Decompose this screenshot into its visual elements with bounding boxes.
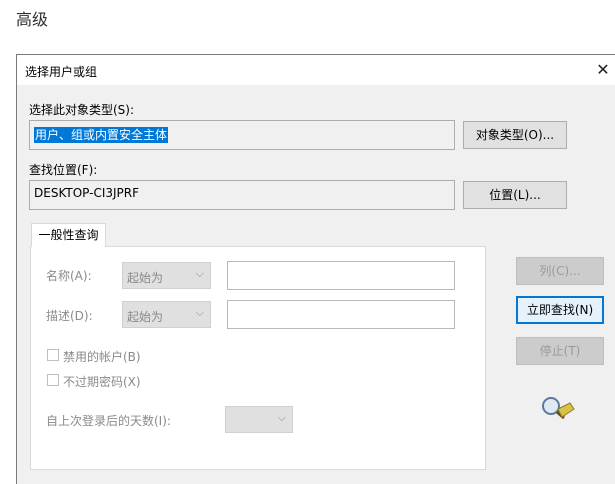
description-match-value: 起始为 [127,310,164,324]
days-since-logon-label: 自上次登录后的天数(I): [46,414,171,428]
chevron-down-icon: ⌵ [195,267,204,280]
name-match-combo[interactable]: 起始为 ⌵ [122,262,211,289]
days-since-logon-combo[interactable]: ⌵ [225,406,293,433]
location-value: DESKTOP-CI3JPRF [34,186,140,200]
chevron-down-icon: ⌵ [195,306,204,319]
search-flashlight-icon [542,397,575,420]
non-expiring-password-label: 不过期密码(X) [63,375,141,389]
chevron-down-icon: ⌵ [277,411,286,424]
select-users-dialog: 选择用户或组 ✕ 选择此对象类型(S): 用户、组或内置安全主体 对象类型(O)… [16,54,615,484]
name-input[interactable] [227,261,455,290]
background-window-title: 高级 [16,10,49,29]
disabled-accounts-checkbox[interactable] [47,349,59,361]
location-label: 查找位置(F): [29,163,98,177]
non-expiring-password-checkbox[interactable] [47,374,59,386]
stop-button[interactable]: 停止(T) [516,337,604,365]
object-type-label: 选择此对象类型(S): [29,103,135,117]
close-icon[interactable]: ✕ [590,58,615,82]
object-type-field[interactable]: 用户、组或内置安全主体 [29,120,455,150]
tab-general-query[interactable]: 一般性查询 [31,223,106,247]
object-types-button[interactable]: 对象类型(O)... [463,121,567,149]
name-match-value: 起始为 [127,271,164,285]
name-label: 名称(A): [46,269,92,283]
description-match-combo[interactable]: 起始为 ⌵ [122,301,211,328]
disabled-accounts-label: 禁用的帐户(B) [63,350,141,364]
columns-button[interactable]: 列(C)... [516,257,604,285]
dialog-titlebar: 选择用户或组 ✕ [17,55,615,85]
general-query-panel: 名称(A): 起始为 ⌵ 描述(D): 起始为 ⌵ 禁用的帐户(B) 不过期密码… [30,246,486,470]
description-input[interactable] [227,300,455,329]
locations-button[interactable]: 位置(L)... [463,181,567,209]
object-type-value: 用户、组或内置安全主体 [34,127,169,143]
dialog-title: 选择用户或组 [25,65,98,79]
description-label: 描述(D): [46,309,93,323]
location-field[interactable]: DESKTOP-CI3JPRF [29,180,455,210]
find-now-button[interactable]: 立即查找(N) [516,296,604,324]
